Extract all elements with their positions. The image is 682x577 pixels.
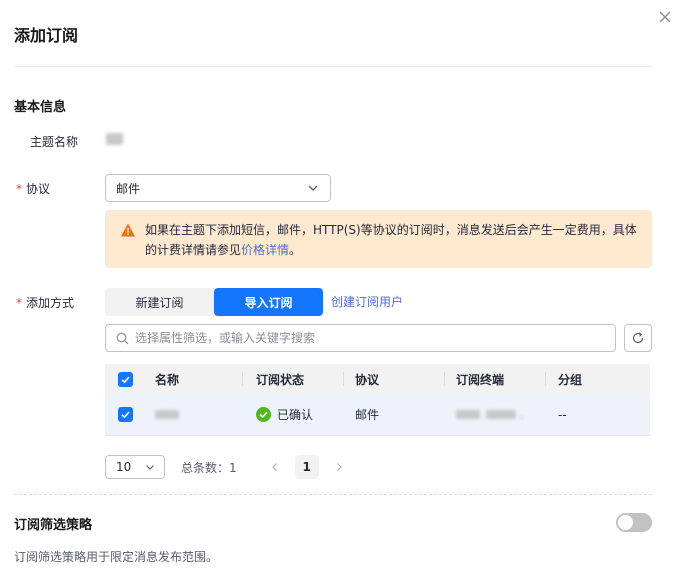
row-endpoint-redacted bbox=[486, 410, 516, 419]
row-group-cell: -- bbox=[558, 407, 567, 422]
protocol-label: 协议 bbox=[26, 182, 51, 196]
chevron-right-icon bbox=[336, 463, 342, 471]
chevron-down-icon bbox=[146, 465, 154, 470]
topic-name-label: 主题名称 bbox=[30, 135, 79, 149]
check-icon bbox=[120, 375, 130, 383]
header-divider bbox=[14, 66, 652, 67]
protocol-label-row: * 协议 bbox=[16, 180, 50, 197]
close-button[interactable] bbox=[656, 8, 674, 26]
filter-policy-toggle[interactable] bbox=[616, 513, 652, 532]
prev-page-button[interactable] bbox=[263, 455, 287, 479]
table-row[interactable]: 已确认 邮件 -- bbox=[105, 394, 650, 436]
alert-text: 如果在主题下添加短信，邮件，HTTP(S)等协议的订阅时，消息发送后会产生一定费… bbox=[145, 223, 637, 257]
protocol-select[interactable]: 邮件 bbox=[105, 174, 331, 202]
success-check-icon bbox=[256, 407, 271, 422]
add-method-label: 添加方式 bbox=[26, 296, 75, 310]
table-header: 名称 订阅状态 协议 订阅终端 分组 bbox=[105, 364, 650, 394]
refresh-button[interactable] bbox=[624, 324, 652, 352]
search-box bbox=[105, 324, 616, 352]
subscription-table: 名称 订阅状态 协议 订阅终端 分组 已确认 邮件 -- bbox=[105, 364, 650, 436]
row-name-redacted bbox=[155, 410, 179, 419]
toggle-knob bbox=[618, 515, 633, 530]
row-endpoint-redacted bbox=[456, 410, 480, 419]
row-name-cell bbox=[145, 394, 242, 435]
refresh-icon bbox=[632, 332, 644, 344]
select-all-checkbox[interactable] bbox=[117, 371, 133, 387]
row-endpoint-cell bbox=[444, 394, 545, 435]
next-page-button[interactable] bbox=[327, 455, 351, 479]
required-asterisk: * bbox=[16, 296, 22, 310]
filter-policy-description: 订阅筛选策略用于限定消息发布范围。 bbox=[14, 550, 219, 564]
required-asterisk: * bbox=[16, 182, 22, 196]
row-protocol-cell: 邮件 bbox=[355, 408, 380, 422]
page-size-value: 10 bbox=[116, 460, 132, 474]
row-status-text: 已确认 bbox=[277, 408, 314, 422]
section-divider bbox=[14, 494, 652, 495]
tab-new-subscription[interactable]: 新建订阅 bbox=[105, 288, 214, 316]
check-icon bbox=[120, 411, 130, 419]
add-method-label-row: * 添加方式 bbox=[16, 294, 74, 311]
column-header-status: 订阅状态 bbox=[242, 364, 343, 394]
column-header-endpoint: 订阅终端 bbox=[444, 364, 545, 394]
protocol-select-value: 邮件 bbox=[116, 181, 141, 196]
search-icon bbox=[116, 332, 129, 344]
search-input[interactable] bbox=[135, 331, 605, 345]
alert-text-suffix: 。 bbox=[289, 243, 302, 257]
pagination: 10 总条数：1 1 bbox=[105, 455, 351, 479]
dialog-title: 添加订阅 bbox=[14, 26, 79, 45]
price-details-link[interactable]: 价格详情 bbox=[241, 243, 289, 257]
chevron-down-icon bbox=[308, 185, 318, 191]
column-header-name: 名称 bbox=[155, 372, 180, 387]
create-subscription-user-link[interactable]: 创建订阅用户 bbox=[331, 293, 403, 310]
add-method-segmented-control: 新建订阅 导入订阅 bbox=[105, 288, 323, 316]
chevron-left-icon bbox=[271, 463, 277, 471]
column-header-group: 分组 bbox=[545, 364, 650, 394]
select-all-cell bbox=[105, 364, 145, 394]
row-checkbox-cell bbox=[105, 394, 145, 435]
section-title-basic-info: 基本信息 bbox=[14, 100, 67, 115]
tab-import-subscription[interactable]: 导入订阅 bbox=[214, 288, 323, 316]
total-count: 总条数：1 bbox=[181, 460, 237, 475]
close-icon bbox=[659, 11, 671, 23]
page-size-select[interactable]: 10 bbox=[105, 455, 165, 479]
billing-alert: 如果在主题下添加短信，邮件，HTTP(S)等协议的订阅时，消息发送后会产生一定费… bbox=[105, 210, 652, 268]
row-status-cell: 已确认 bbox=[242, 394, 343, 435]
row-checkbox[interactable] bbox=[117, 407, 133, 422]
column-header-protocol: 协议 bbox=[343, 364, 444, 394]
row-endpoint-redacted bbox=[520, 416, 523, 419]
filter-policy-title: 订阅筛选策略 bbox=[14, 518, 93, 533]
topic-name-value-redacted bbox=[106, 133, 123, 145]
warning-icon bbox=[121, 223, 135, 237]
page-number-current[interactable]: 1 bbox=[294, 455, 319, 479]
